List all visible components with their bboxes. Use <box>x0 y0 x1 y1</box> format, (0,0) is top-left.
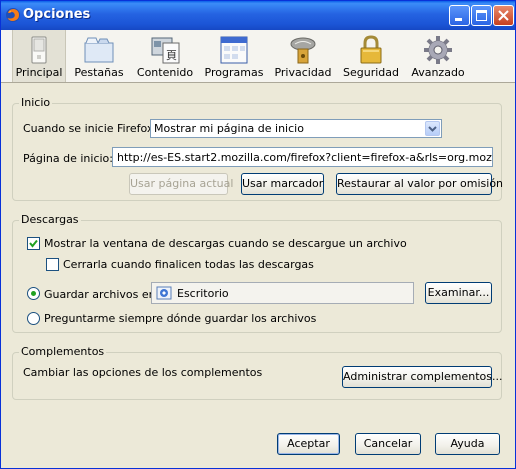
use-bookmark-button[interactable]: Usar marcador <box>241 173 324 195</box>
chevron-down-icon <box>428 126 437 132</box>
tab-pestanas[interactable]: Pestañas <box>72 30 126 82</box>
homepage-label: Página de inicio: <box>23 152 113 165</box>
firefox-logo-icon <box>6 8 20 22</box>
startup-value: Mostrar mi página de inicio <box>154 122 304 135</box>
close-icon <box>498 10 509 21</box>
group-title: Inicio <box>19 96 53 109</box>
close-window-button[interactable] <box>493 5 514 26</box>
privacy-icon <box>290 37 316 64</box>
tab-programas[interactable]: Programas <box>203 30 265 82</box>
download-folder-value: Escritorio <box>177 287 229 300</box>
checkmark-icon <box>29 239 38 248</box>
download-folder-field[interactable]: Escritorio <box>151 282 414 304</box>
minimize-icon <box>455 18 462 21</box>
close-when-done-checkbox[interactable] <box>46 258 59 271</box>
use-current-page-button[interactable]: Usar página actual <box>129 173 233 195</box>
tab-seguridad[interactable]: Seguridad <box>341 30 401 82</box>
minimize-button[interactable] <box>449 5 470 26</box>
window-title: Opciones <box>23 7 91 22</box>
group-title: Complementos <box>19 345 107 358</box>
tab-avanzado[interactable]: Avanzado <box>409 30 467 82</box>
maximize-icon <box>476 10 487 21</box>
tab-label: Privacidad <box>274 66 332 79</box>
options-dialog: Opciones Principal Pestañas 頁 Contenido … <box>0 0 516 469</box>
tab-contenido[interactable]: 頁 Contenido <box>134 30 196 82</box>
always-ask-label[interactable]: Preguntarme siempre dónde guardar los ar… <box>44 312 316 325</box>
principal-icon <box>31 36 47 64</box>
always-ask-radio[interactable] <box>27 312 40 325</box>
tab-label: Seguridad <box>343 66 399 79</box>
close-when-done-label[interactable]: Cerrarla cuando finalicen todas las desc… <box>63 258 314 271</box>
show-downloads-label[interactable]: Mostrar la ventana de descargas cuando s… <box>44 237 407 250</box>
show-downloads-checkbox[interactable] <box>27 237 40 250</box>
tab-privacidad[interactable]: Privacidad <box>273 30 333 82</box>
homepage-input[interactable]: http://es-ES.start2.mozilla.com/firefox?… <box>112 147 493 167</box>
maximize-button[interactable] <box>471 5 492 26</box>
tab-label: Avanzado <box>411 66 465 79</box>
applications-icon <box>220 36 248 64</box>
save-to-radio[interactable] <box>27 287 40 300</box>
help-button[interactable]: Ayuda <box>435 433 500 455</box>
radio-selected-dot <box>31 291 36 296</box>
title-bar[interactable]: Opciones <box>1 1 515 30</box>
tab-label: Programas <box>204 66 264 79</box>
tab-label: Pestañas <box>74 66 124 79</box>
desktop-folder-icon <box>156 286 172 300</box>
svg-text:頁: 頁 <box>166 49 177 62</box>
dropdown-button[interactable] <box>425 121 440 136</box>
gear-icon <box>424 36 452 64</box>
addons-description: Cambiar las opciones de los complementos <box>23 366 263 379</box>
homepage-value: http://es-ES.start2.mozilla.com/firefox?… <box>117 151 492 164</box>
manage-addons-button[interactable]: Administrar complementos... <box>342 366 502 388</box>
tabs-icon <box>84 37 114 63</box>
save-to-label[interactable]: Guardar archivos en <box>44 288 156 301</box>
restore-default-button[interactable]: Restaurar al valor por omisión <box>336 173 503 195</box>
startup-select[interactable]: Mostrar mi página de inicio <box>150 119 442 138</box>
group-title: Descargas <box>19 213 81 226</box>
tab-label: Contenido <box>136 66 194 79</box>
content-icon: 頁 <box>151 37 180 64</box>
tab-label: Principal <box>15 66 63 79</box>
options-toolbar: Principal Pestañas 頁 Contenido Programas… <box>1 30 515 83</box>
accept-button[interactable]: Aceptar <box>277 433 340 455</box>
cancel-button[interactable]: Cancelar <box>355 433 421 455</box>
browse-button[interactable]: Examinar... <box>425 282 492 304</box>
lock-icon <box>360 35 382 64</box>
startup-label: Cuando se inicie Firefox: <box>23 122 158 135</box>
tab-principal[interactable]: Principal <box>12 30 66 82</box>
